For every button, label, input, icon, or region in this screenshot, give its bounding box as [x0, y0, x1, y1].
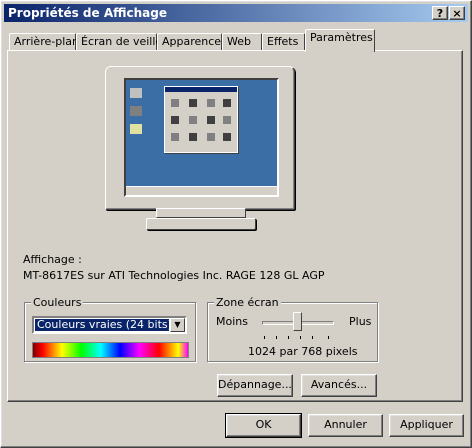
- close-button[interactable]: ×: [449, 6, 465, 20]
- help-button[interactable]: ?: [432, 6, 448, 20]
- slider-tick: [328, 336, 329, 339]
- desktop-preview: [124, 78, 279, 197]
- folder-icon: [171, 116, 179, 124]
- slider-tick: [300, 336, 301, 339]
- tab-parametres[interactable]: Paramètres: [305, 29, 375, 52]
- color-spectrum-bar: [32, 342, 189, 358]
- slider-tick: [264, 336, 265, 339]
- folder-icon: [171, 133, 179, 141]
- color-depth-value: Couleurs vraies (24 bits): [35, 319, 169, 331]
- title-bar[interactable]: Propriétés de Affichage ? ×: [4, 4, 468, 22]
- tab-effets[interactable]: Effets: [262, 33, 305, 51]
- recycle-bin-icon: [130, 124, 142, 134]
- tab-apparence[interactable]: Apparence: [157, 33, 222, 51]
- folder-icon: [189, 116, 197, 124]
- slider-tick: [276, 336, 277, 339]
- troubleshoot-button[interactable]: Dépannage...: [217, 374, 293, 397]
- folder-icon: [207, 133, 215, 141]
- tab-web[interactable]: Web: [222, 33, 262, 51]
- folder-icon: [189, 133, 197, 141]
- resolution-slider-thumb[interactable]: [292, 312, 302, 331]
- colors-legend: Couleurs: [31, 296, 84, 309]
- mini-taskbar: [126, 186, 277, 195]
- folder-icon: [189, 99, 197, 107]
- folder-icon: [171, 99, 179, 107]
- apply-button[interactable]: Appliquer: [389, 414, 464, 437]
- slider-tick: [312, 336, 313, 339]
- monitor-preview: [105, 66, 295, 210]
- mini-window-preview: [164, 86, 238, 153]
- folder-icon: [223, 133, 231, 141]
- display-label: Affichage :: [23, 253, 82, 266]
- color-depth-select[interactable]: Couleurs vraies (24 bits) ▼: [32, 316, 187, 334]
- monitor-base: [146, 218, 256, 230]
- folder-icon: [223, 116, 231, 124]
- mini-window-titlebar: [165, 87, 237, 92]
- folder-icon: [223, 99, 231, 107]
- display-device: MT-8617ES sur ATI Technologies Inc. RAGE…: [23, 269, 325, 282]
- tab-ecran-de-veille[interactable]: Écran de veille: [76, 33, 162, 51]
- folder-icon: [207, 116, 215, 124]
- my-computer-icon: [130, 88, 142, 98]
- advanced-button[interactable]: Avancés...: [301, 374, 377, 397]
- ok-button[interactable]: OK: [225, 413, 302, 438]
- slider-tick: [288, 336, 289, 339]
- screen-area-legend: Zone écran: [214, 296, 281, 309]
- cancel-button[interactable]: Annuler: [308, 414, 383, 437]
- chevron-down-icon[interactable]: ▼: [170, 318, 185, 332]
- window-title: Propriétés de Affichage: [8, 6, 167, 20]
- folder-icon: [207, 99, 215, 107]
- tab-arriere-plan[interactable]: Arrière-plan: [9, 33, 79, 51]
- network-icon: [130, 106, 142, 116]
- slider-min-label: Moins: [216, 315, 248, 328]
- slider-max-label: Plus: [349, 315, 372, 328]
- monitor-neck: [156, 208, 246, 218]
- resolution-text: 1024 par 768 pixels: [248, 345, 358, 358]
